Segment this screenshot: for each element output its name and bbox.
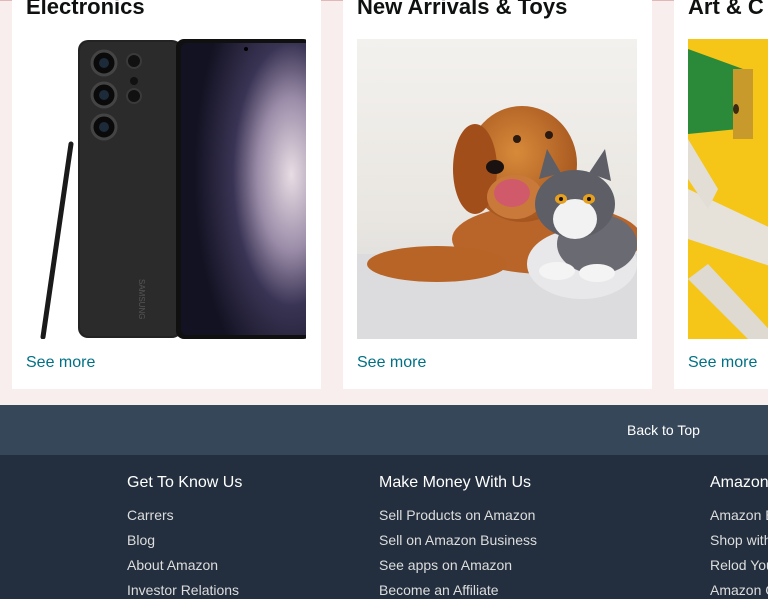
samsung-logo: SAMSUNG <box>137 279 146 319</box>
footer-link-amazon-c[interactable]: Amazon C <box>710 578 768 599</box>
footer-heading: Get To Know Us <box>127 474 243 491</box>
dog-and-cat-image[interactable] <box>357 39 637 339</box>
back-to-top-label[interactable]: Back to Top <box>627 422 700 438</box>
footer-link-blog[interactable]: Blog <box>127 528 242 553</box>
card-title-art: Art & C <box>688 0 764 19</box>
footer-link-sell-business[interactable]: Sell on Amazon Business <box>379 528 537 553</box>
card-title-electronics: Electronics <box>26 0 145 19</box>
footer: Get To Know Us Carrers Blog About Amazon… <box>0 455 768 599</box>
footer-link-investor-relations[interactable]: Investor Relations <box>127 578 242 599</box>
new-arrivals-card: New Arrivals & Toys See more <box>343 0 652 389</box>
see-more-new-arrivals-link[interactable]: See more <box>357 354 426 372</box>
footer-column-make-money: Make Money With Us Sell Products on Amaz… <box>379 474 537 599</box>
toy-image[interactable] <box>688 39 768 339</box>
footer-heading: Make Money With Us <box>379 474 532 491</box>
footer-link-careers[interactable]: Carrers <box>127 503 242 528</box>
back-to-top-bar[interactable]: Back to Top <box>0 405 768 455</box>
see-more-electronics-link[interactable]: See more <box>26 354 95 372</box>
see-more-art-link[interactable]: See more <box>688 354 757 372</box>
footer-heading: Amazon <box>710 474 768 491</box>
footer-link-see-apps[interactable]: See apps on Amazon <box>379 553 537 578</box>
electronics-card: Electronics SAMSUNG See more <box>12 0 321 389</box>
phone-image[interactable]: SAMSUNG <box>26 39 306 339</box>
footer-link-reload[interactable]: Relod You <box>710 553 768 578</box>
art-card: Art & C See more <box>674 0 768 389</box>
footer-link-affiliate[interactable]: Become an Affiliate <box>379 578 537 599</box>
footer-link-shop-with[interactable]: Shop with <box>710 528 768 553</box>
footer-column-get-to-know-us: Get To Know Us Carrers Blog About Amazon… <box>127 474 242 599</box>
card-title-new-arrivals: New Arrivals & Toys <box>357 0 568 19</box>
footer-link-about[interactable]: About Amazon <box>127 553 242 578</box>
footer-link-sell-products[interactable]: Sell Products on Amazon <box>379 503 537 528</box>
footer-link-amazon-b[interactable]: Amazon B <box>710 503 768 528</box>
footer-column-amazon: Amazon Amazon B Shop with Relod You Amaz… <box>710 474 768 599</box>
